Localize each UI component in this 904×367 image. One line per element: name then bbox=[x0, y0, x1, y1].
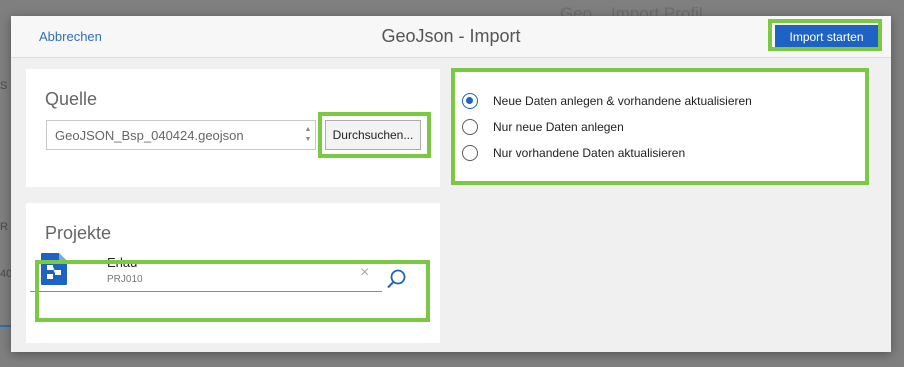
spinner-icon[interactable]: ▲ ▼ bbox=[304, 125, 312, 145]
file-path-input[interactable]: GeoJSON_Bsp_040424.geojson ▲ ▼ bbox=[46, 120, 316, 150]
background-fragment: R bbox=[0, 221, 8, 233]
file-path-value: GeoJSON_Bsp_040424.geojson bbox=[55, 128, 244, 143]
highlight-browse-button bbox=[318, 112, 431, 158]
projects-title: Projekte bbox=[45, 223, 112, 243]
background-fragment: S bbox=[0, 80, 8, 92]
dialog-title: GeoJson - Import bbox=[381, 26, 521, 46]
highlight-import-button bbox=[768, 19, 882, 51]
source-title: Quelle bbox=[45, 89, 98, 109]
dialog-header: Abbrechen GeoJson - Import Import starte… bbox=[11, 16, 891, 58]
highlight-project bbox=[35, 260, 430, 322]
highlight-options bbox=[451, 68, 869, 185]
